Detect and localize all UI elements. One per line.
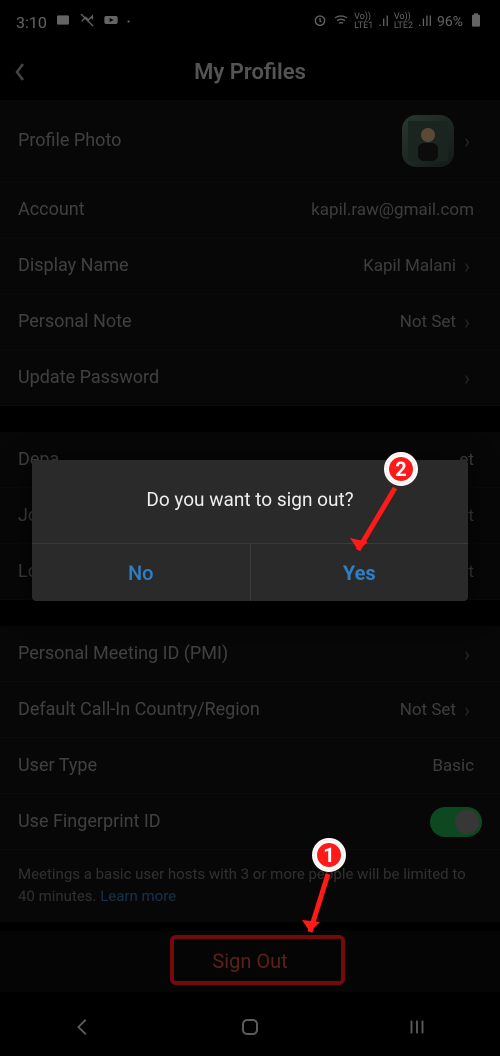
personal-note-row[interactable]: Personal Note Not Set › xyxy=(0,294,500,350)
update-password-label: Update Password xyxy=(18,367,159,388)
display-name-value: Kapil Malani xyxy=(129,256,464,276)
personal-note-label: Personal Note xyxy=(18,311,132,332)
signal1-icon: .ıl xyxy=(378,14,389,30)
update-password-row[interactable]: Update Password › xyxy=(0,350,500,406)
callin-row[interactable]: Default Call-In Country/Region Not Set › xyxy=(0,682,500,738)
nav-back-button[interactable] xyxy=(72,1016,94,1044)
sign-out-dialog: Do you want to sign out? No Yes xyxy=(32,460,468,601)
sim2-icon: Vo))LTE2 xyxy=(394,13,413,31)
dialog-no-button[interactable]: No xyxy=(32,544,250,601)
chevron-right-icon: › xyxy=(464,700,482,720)
chevron-right-icon: › xyxy=(464,312,482,332)
nav-recents-button[interactable] xyxy=(406,1016,428,1044)
account-row: Account kapil.raw@gmail.com xyxy=(0,182,500,238)
fingerprint-label: Use Fingerprint ID xyxy=(18,811,161,832)
dialog-message: Do you want to sign out? xyxy=(32,460,468,543)
plan-note: Meetings a basic user hosts with 3 or mo… xyxy=(0,850,500,922)
chevron-right-icon: › xyxy=(464,256,482,276)
signal2-icon: .ıll xyxy=(418,14,432,30)
alarm-icon xyxy=(312,12,328,32)
profile-photo-row[interactable]: Profile Photo › xyxy=(0,100,500,182)
pmi-row[interactable]: Personal Meeting ID (PMI) › xyxy=(0,626,500,682)
youtube-icon xyxy=(103,12,119,32)
fingerprint-toggle[interactable] xyxy=(430,807,482,837)
page-title: My Profiles xyxy=(0,60,500,85)
sim1-icon: Vo))LTE1 xyxy=(354,13,373,31)
status-time: 3:10 xyxy=(16,13,47,32)
status-bar: 3:10 • Vo))LTE1 .ıl Vo))LTE2 .ıll 96% xyxy=(0,0,500,44)
usertype-value: Basic xyxy=(97,756,482,776)
header: My Profiles xyxy=(0,44,500,100)
callin-label: Default Call-In Country/Region xyxy=(18,699,260,720)
image-icon xyxy=(55,12,71,32)
personal-note-value: Not Set xyxy=(132,312,464,332)
android-navbar xyxy=(0,1004,500,1056)
dialog-yes-button[interactable]: Yes xyxy=(250,544,469,601)
usertype-label: User Type xyxy=(18,755,97,776)
battery-text: 96% xyxy=(437,14,463,30)
account-label: Account xyxy=(18,199,85,220)
chevron-right-icon: › xyxy=(464,368,482,388)
nav-home-button[interactable] xyxy=(238,1015,262,1045)
display-name-row[interactable]: Display Name Kapil Malani › xyxy=(0,238,500,294)
annotation-rect-signout xyxy=(170,935,345,985)
fingerprint-row[interactable]: Use Fingerprint ID xyxy=(0,794,500,850)
wifi-icon xyxy=(333,12,349,32)
account-value: kapil.raw@gmail.com xyxy=(85,200,482,220)
display-name-label: Display Name xyxy=(18,255,129,276)
learn-more-link[interactable]: Learn more xyxy=(100,887,176,905)
chevron-right-icon: › xyxy=(464,644,482,664)
dot-icon: • xyxy=(127,17,130,28)
battery-icon xyxy=(468,12,484,32)
pmi-label: Personal Meeting ID (PMI) xyxy=(18,643,228,664)
chevron-right-icon: › xyxy=(464,131,482,151)
missed-call-icon xyxy=(79,12,95,32)
plan-note-text: Meetings a basic user hosts with 3 or mo… xyxy=(18,865,466,905)
callin-value: Not Set xyxy=(260,700,464,720)
profile-photo-label: Profile Photo xyxy=(18,130,121,151)
usertype-row: User Type Basic xyxy=(0,738,500,794)
avatar xyxy=(402,115,454,167)
